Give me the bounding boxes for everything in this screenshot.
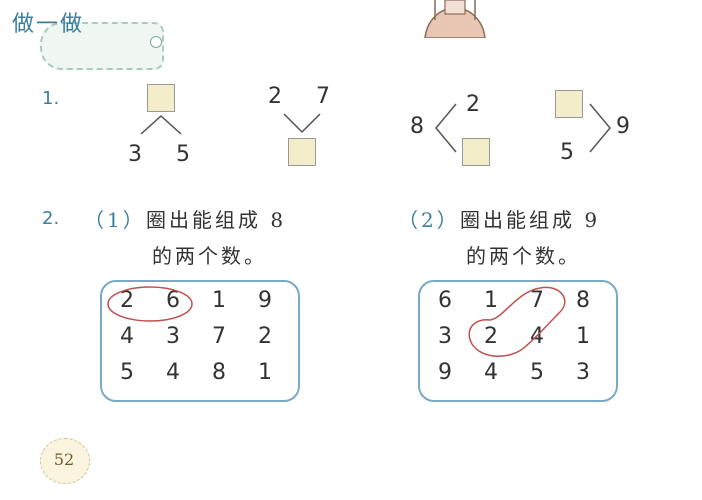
grid2-cell-r3-c2[interactable]: 4	[468, 360, 514, 385]
digit-1c-top: 2	[466, 92, 480, 117]
part2-tag: （2）	[398, 208, 460, 232]
grid1-cell-r3-c1[interactable]: 5	[104, 360, 150, 385]
digit-1a-left: 3	[128, 142, 142, 167]
part2-line2: 的两个数。	[466, 244, 581, 268]
grid1-cell-r2-c1[interactable]: 4	[104, 324, 150, 349]
grid1-cell-r2-c3[interactable]: 7	[196, 324, 242, 349]
page-number: 52	[53, 450, 75, 469]
digit-1b-right: 7	[316, 84, 330, 109]
merge-lines-1d	[589, 103, 611, 153]
grid1-cell-r2-c4[interactable]: 2	[242, 324, 288, 349]
answer-box-1d[interactable]	[555, 90, 583, 118]
answer-circle-1	[107, 286, 193, 322]
badge-tail-icon	[150, 36, 162, 48]
digit-1d-bottom: 5	[560, 140, 574, 165]
answer-circle-2	[468, 286, 566, 357]
grid1-cell-r3-c4[interactable]: 1	[242, 360, 288, 385]
grid2-cell-r3-c1[interactable]: 9	[422, 360, 468, 385]
part2-line1: 圈出能组成 9	[460, 208, 601, 232]
grid1-cell-r1-c4[interactable]: 9	[242, 288, 288, 313]
grid1-cell-r2-c2[interactable]: 3	[150, 324, 196, 349]
part1-tag: （1）	[84, 208, 146, 232]
answer-box-1a[interactable]	[147, 84, 175, 112]
answer-box-1b[interactable]	[288, 138, 316, 166]
merge-lines-1b	[283, 113, 321, 134]
exercise-2-label: 2.	[42, 208, 60, 229]
split-lines-1c	[435, 103, 457, 153]
digit-1a-right: 5	[176, 142, 190, 167]
digit-1d-right: 9	[616, 114, 630, 139]
exercise-1-label: 1.	[42, 88, 60, 109]
grid1-cell-r3-c3[interactable]: 8	[196, 360, 242, 385]
character-illustration	[424, 0, 486, 38]
heading-text: 做一做	[12, 12, 85, 37]
split-lines-1a	[140, 114, 182, 135]
grid2-cell-r3-c4[interactable]: 3	[560, 360, 606, 385]
grid1-cell-r3-c2[interactable]: 4	[150, 360, 196, 385]
grid2-cell-r3-c3[interactable]: 5	[514, 360, 560, 385]
answer-box-1c[interactable]	[462, 138, 490, 166]
digit-1c-left: 8	[410, 114, 424, 139]
digit-1b-left: 2	[268, 84, 282, 109]
part1-line2: 的两个数。	[152, 244, 267, 268]
part1-line1: 圈出能组成 8	[146, 208, 287, 232]
